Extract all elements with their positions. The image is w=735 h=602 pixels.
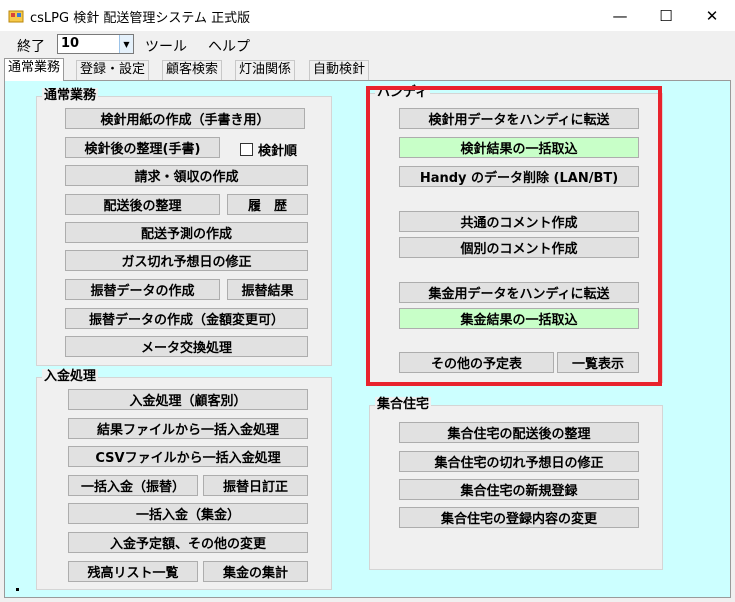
- maximize-button[interactable]: ☐: [643, 0, 689, 31]
- payment-from-result-file-button[interactable]: 結果ファイルから一括入金処理: [68, 418, 308, 439]
- delete-handy-data-button[interactable]: Handy のデータ削除 (LAN/BT): [399, 166, 639, 187]
- collection-total-button[interactable]: 集金の集計: [203, 561, 308, 582]
- close-button[interactable]: ✕: [689, 0, 735, 31]
- scheduled-amount-change-button[interactable]: 入金予定額、その他の変更: [68, 532, 308, 553]
- apartment-new-register-button[interactable]: 集合住宅の新規登録: [399, 479, 639, 500]
- transfer-create-amount-button[interactable]: 振替データの作成（金額変更可）: [65, 308, 308, 329]
- chevron-down-icon[interactable]: ▼: [119, 35, 133, 53]
- reading-order-checkbox[interactable]: 検針順: [240, 140, 297, 159]
- payment-by-customer-button[interactable]: 入金処理（顧客別）: [68, 389, 308, 410]
- gas-out-fix-button[interactable]: ガス切れ予想日の修正: [65, 250, 308, 271]
- window-title: csLPG 検針 配送管理システム 正式版: [30, 11, 251, 26]
- after-delivery-button[interactable]: 配送後の整理: [65, 194, 220, 215]
- group-title: ハンディ: [375, 85, 431, 101]
- payment-from-csv-button[interactable]: CSVファイルから一括入金処理: [68, 446, 308, 467]
- checkbox-box[interactable]: [240, 143, 253, 156]
- group-handy: ハンディ 検針用データをハンディに転送 検針結果の一括取込 Handy のデータ…: [369, 85, 663, 383]
- group-normal-work: 通常業務 検針用紙の作成（手書き用） 検針後の整理(手書) 検針順 請求・領収の…: [36, 88, 332, 366]
- group-title: 通常業務: [42, 88, 99, 104]
- status-marker: [16, 588, 19, 591]
- transfer-result-button[interactable]: 振替結果: [227, 279, 308, 300]
- menu-exit[interactable]: 終了: [17, 36, 45, 56]
- transfer-create-button[interactable]: 振替データの作成: [65, 279, 220, 300]
- display-count-combo[interactable]: 10 ▼: [57, 34, 134, 54]
- create-reading-form-button[interactable]: 検針用紙の作成（手書き用）: [65, 108, 305, 129]
- other-schedule-button[interactable]: その他の予定表: [399, 352, 554, 373]
- transfer-reading-data-button[interactable]: 検針用データをハンディに転送: [399, 108, 639, 129]
- tab-registration[interactable]: 登録・設定: [76, 60, 150, 80]
- history-button[interactable]: 履 歴: [227, 194, 308, 215]
- checkbox-label: 検針順: [258, 144, 298, 159]
- close-icon: ✕: [705, 6, 719, 25]
- group-title: 集合住宅: [375, 397, 432, 413]
- maximize-icon: ☐: [659, 6, 673, 25]
- group-title: 入金処理: [42, 369, 99, 385]
- balance-list-button[interactable]: 残高リスト一覧: [68, 561, 198, 582]
- apartment-after-delivery-button[interactable]: 集合住宅の配送後の整理: [399, 422, 639, 443]
- tab-auto-reading[interactable]: 自動検針: [309, 60, 370, 80]
- meter-exchange-button[interactable]: メータ交換処理: [65, 336, 308, 357]
- tab-kerosene[interactable]: 灯油関係: [235, 60, 296, 80]
- delivery-forecast-button[interactable]: 配送予測の作成: [65, 222, 308, 243]
- after-reading-button[interactable]: 検針後の整理(手書): [65, 137, 220, 158]
- menu-tools[interactable]: ツール: [145, 36, 187, 56]
- common-comment-button[interactable]: 共通のコメント作成: [399, 211, 639, 232]
- bulk-transfer-payment-button[interactable]: 一括入金（振替）: [68, 475, 198, 496]
- group-payment: 入金処理 入金処理（顧客別） 結果ファイルから一括入金処理 CSVファイルから一…: [36, 369, 332, 590]
- import-collection-results-button[interactable]: 集金結果の一括取込: [399, 308, 639, 329]
- combo-value: 10: [61, 36, 80, 51]
- individual-comment-button[interactable]: 個別のコメント作成: [399, 237, 639, 258]
- tab-customer-search[interactable]: 顧客検索: [162, 60, 223, 80]
- tab-normal-work[interactable]: 通常業務: [4, 58, 65, 81]
- apartment-edit-register-button[interactable]: 集合住宅の登録内容の変更: [399, 507, 639, 528]
- minimize-icon: —: [612, 6, 628, 25]
- group-apartment: 集合住宅 集合住宅の配送後の整理 集合住宅の切れ予想日の修正 集合住宅の新規登録…: [369, 397, 663, 570]
- tab-strip: 通常業務 登録・設定 顧客検索 灯油関係 自動検針: [4, 58, 735, 81]
- transfer-collection-data-button[interactable]: 集金用データをハンディに転送: [399, 282, 639, 303]
- billing-button[interactable]: 請求・領収の作成: [65, 165, 308, 186]
- app-icon: [8, 10, 24, 23]
- list-view-button[interactable]: 一覧表示: [557, 352, 639, 373]
- import-reading-results-button[interactable]: 検針結果の一括取込: [399, 137, 639, 158]
- tab-content-panel: 通常業務 検針用紙の作成（手書き用） 検針後の整理(手書) 検針順 請求・領収の…: [4, 80, 731, 598]
- title-bar: csLPG 検針 配送管理システム 正式版 — ☐ ✕: [0, 0, 735, 31]
- bulk-collection-payment-button[interactable]: 一括入金（集金）: [68, 503, 308, 524]
- apartment-gas-out-fix-button[interactable]: 集合住宅の切れ予想日の修正: [399, 451, 639, 472]
- minimize-button[interactable]: —: [597, 0, 643, 31]
- transfer-date-fix-button[interactable]: 振替日訂正: [203, 475, 308, 496]
- menu-help[interactable]: ヘルプ: [208, 36, 250, 56]
